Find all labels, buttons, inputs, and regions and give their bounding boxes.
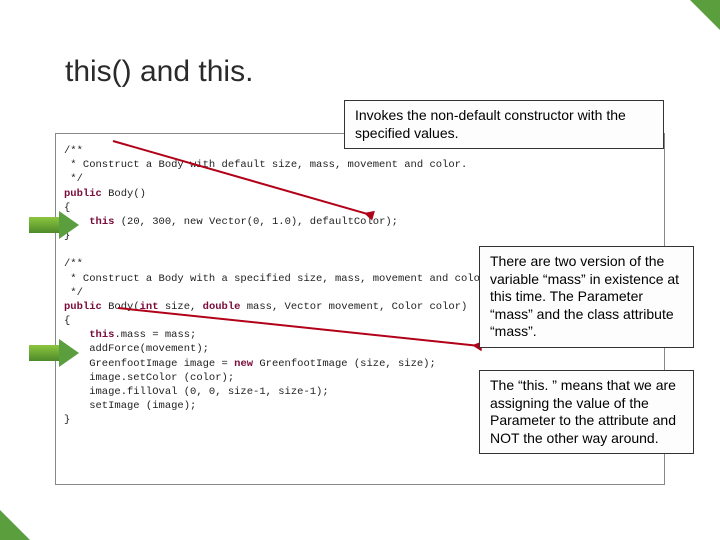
callout-bottom: The “this. ” means that we are assigning…	[479, 370, 694, 454]
arrow-green-icon	[29, 339, 81, 367]
code-text: mass, Vector movement, Color color)	[240, 301, 467, 313]
code-text: (20, 300, new Vector(0, 1.0), defaultCol…	[114, 216, 398, 228]
code-line: */	[64, 287, 83, 299]
code-line: /**	[64, 258, 83, 270]
code-text: GreenfootImage image =	[64, 358, 234, 370]
code-keyword: public	[64, 301, 102, 313]
code-keyword: new	[234, 358, 253, 370]
arrow-green-icon	[29, 211, 81, 239]
code-line: }	[64, 414, 70, 426]
code-text: .mass = mass;	[114, 329, 196, 341]
code-keyword: double	[203, 301, 241, 313]
code-line: addForce(movement);	[64, 343, 209, 355]
callout-mid: There are two version of the variable “m…	[479, 246, 694, 348]
slide-title: this() and this.	[65, 55, 253, 89]
code-line: */	[64, 173, 83, 185]
code-keyword: this	[89, 216, 114, 228]
code-line: * Construct a Body with default size, ma…	[64, 159, 467, 171]
code-line: image.setColor (color);	[64, 372, 234, 384]
code-keyword: public	[64, 188, 102, 200]
corner-accent-bottom-left	[0, 510, 30, 540]
code-line: * Construct a Body with a specified size…	[64, 273, 492, 285]
code-keyword: this	[89, 329, 114, 341]
code-text: GreenfootImage (size, size);	[253, 358, 436, 370]
code-line: {	[64, 315, 70, 327]
code-line: image.fillOval (0, 0, size-1, size-1);	[64, 386, 329, 398]
callout-top: Invokes the non-default constructor with…	[344, 100, 664, 149]
code-line: /**	[64, 145, 83, 157]
corner-accent-top-right	[690, 0, 720, 30]
code-text: Body()	[102, 188, 146, 200]
code-line: setImage (image);	[64, 400, 196, 412]
